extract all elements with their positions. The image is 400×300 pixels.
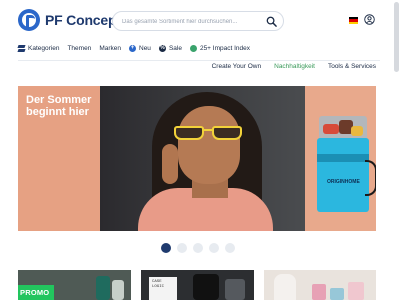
nav-item-label: 25+ Impact Index: [199, 44, 250, 52]
carousel-dot-4[interactable]: [209, 243, 219, 253]
search-box: [112, 11, 284, 31]
brand-name: PF Concept: [45, 12, 121, 28]
carousel-pagination: [161, 243, 241, 253]
hero-title: Der Sommer beginnt hier: [26, 94, 92, 118]
nav-item-impact-index[interactable]: 25+ Impact Index: [189, 44, 250, 52]
site-header: PF Concept: [0, 0, 400, 42]
sunglasses-image: [172, 126, 246, 140]
layers-icon: [18, 45, 25, 52]
promo-card[interactable]: PROMO: [18, 270, 131, 300]
nav-item-marken[interactable]: Marken: [99, 45, 121, 52]
nav-item-label: Neu: [139, 44, 151, 52]
bottle-image: [96, 276, 110, 300]
header-divider: [18, 60, 380, 61]
carousel-dot-3[interactable]: [193, 243, 203, 253]
product-image: [348, 282, 364, 300]
cooler-food-item: [323, 124, 339, 134]
carousel-dot-1[interactable]: [161, 243, 171, 253]
brand-logo[interactable]: PF Concept: [18, 9, 121, 31]
nav-item-neu[interactable]: + Neu: [129, 44, 151, 52]
brand-box-label: CASE LOGIC: [152, 280, 165, 289]
new-icon: +: [129, 44, 136, 52]
hero-photo-face: [178, 106, 240, 184]
sale-icon: %: [158, 44, 166, 52]
cooler-bag-strap: [365, 160, 376, 196]
bag-image: [193, 274, 219, 300]
category-nav: Kategorien Themen Marken + Neu % Sale 25…: [18, 42, 258, 54]
nav-item-label: Sale: [168, 44, 182, 52]
nav-link-nachhaltigkeit[interactable]: Nachhaltigkeit: [274, 63, 315, 70]
language-flag-icon[interactable]: [349, 17, 358, 24]
nav-link-create-your-own[interactable]: Create Your Own: [212, 63, 262, 70]
hero-photo-woman-sunglasses: [100, 86, 305, 231]
person-image: [274, 274, 296, 300]
carousel-dot-2[interactable]: [177, 243, 187, 253]
promo-label: PROMO: [20, 288, 50, 297]
search-icon[interactable]: [266, 16, 277, 27]
lifestyle-card[interactable]: [264, 270, 376, 300]
hero-product-cooler-bag: ORIGINHOME: [305, 86, 376, 231]
scrollbar-thumb[interactable]: [394, 2, 399, 72]
logo-icon: [18, 9, 40, 31]
bottle-image: [112, 280, 124, 300]
account-icon[interactable]: [364, 14, 375, 25]
cooler-brand-label: ORIGINHOME: [327, 179, 360, 185]
impact-icon: [189, 44, 197, 52]
scrollbar[interactable]: [393, 0, 400, 300]
hero-banner[interactable]: Der Sommer beginnt hier ORIGINHOME: [18, 86, 376, 231]
nav-link-tools-services[interactable]: Tools & Services: [328, 63, 376, 70]
page: PF Concept Kategorien Themen: [0, 0, 400, 300]
secondary-nav: Create Your Own Nachhaltigkeit Tools & S…: [199, 63, 376, 70]
nav-item-label: Themen: [67, 44, 92, 52]
product-image: [225, 279, 245, 300]
search-input[interactable]: [122, 15, 267, 28]
nav-item-sale[interactable]: % Sale: [158, 44, 182, 52]
carousel-dot-5[interactable]: [225, 243, 235, 253]
hero-text-panel: Der Sommer beginnt hier: [18, 86, 100, 231]
nav-item-label: Kategorien: [28, 44, 60, 52]
brand-card[interactable]: CASE LOGIC: [141, 270, 254, 300]
nav-item-themen[interactable]: Themen: [67, 45, 91, 52]
cooler-food-item: [351, 126, 363, 136]
cooler-bag-zipper: [317, 154, 369, 162]
product-image: [330, 288, 344, 300]
cooler-bag-body: [317, 138, 369, 212]
hero-photo-hand: [162, 144, 178, 184]
nav-item-label: Marken: [99, 44, 121, 52]
product-image: [312, 284, 326, 300]
nav-item-kategorien[interactable]: Kategorien: [18, 45, 59, 52]
